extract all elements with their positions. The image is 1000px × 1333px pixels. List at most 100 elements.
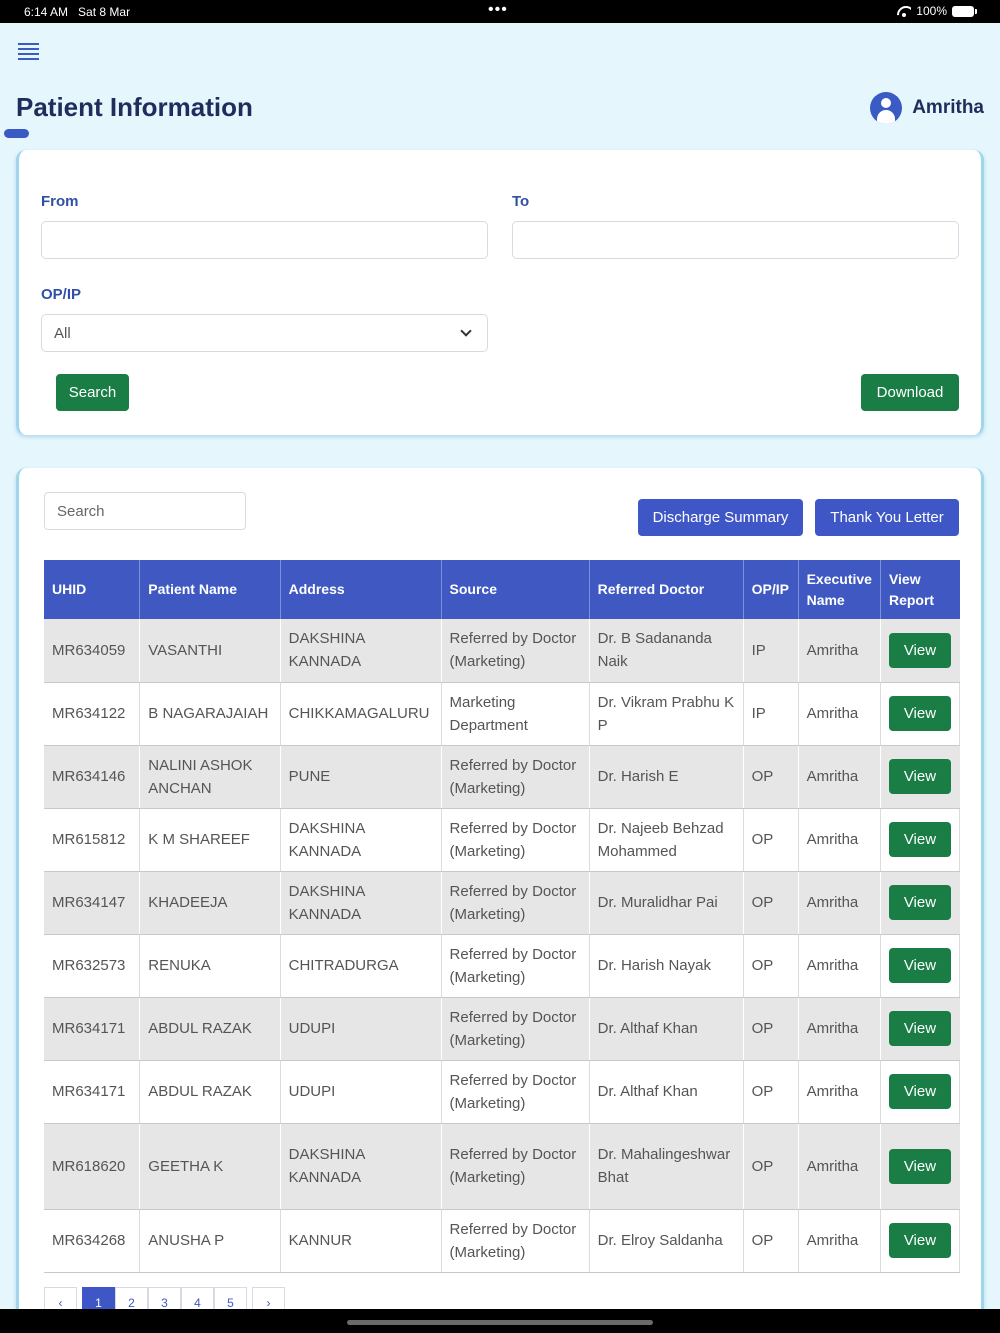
cell-name: K M SHAREEF — [139, 808, 281, 872]
cell-opip: OP — [743, 1123, 799, 1210]
download-button[interactable]: Download — [861, 374, 959, 411]
cell-exec: Amritha — [798, 619, 881, 683]
cell-name: B NAGARAJAIAH — [139, 682, 281, 746]
chevron-down-icon — [460, 325, 472, 337]
to-date-input[interactable] — [512, 221, 959, 259]
view-report-button[interactable]: View — [888, 632, 951, 668]
cell-exec: Amritha — [798, 1209, 881, 1273]
cell-address: DAKSHINA KANNADA — [280, 1123, 442, 1210]
cell-source: Referred by Doctor (Marketing) — [441, 934, 590, 998]
table-row: MR615812 K M SHAREEF DAKSHINA KANNADA Refer… — [44, 808, 961, 872]
cell-source: Marketing Department — [441, 682, 590, 746]
cell-opip: OP — [743, 934, 799, 998]
table-search-input[interactable]: Search — [44, 492, 246, 530]
cell-doctor: Dr. Muralidhar Pai — [589, 871, 744, 935]
cell-opip: OP — [743, 808, 799, 872]
discharge-summary-button[interactable]: Discharge Summary — [638, 499, 803, 536]
cell-name: ABDUL RAZAK — [139, 1060, 281, 1124]
cell-opip: IP — [743, 682, 799, 746]
cell-name: RENUKA — [139, 934, 281, 998]
cell-exec: Amritha — [798, 934, 881, 998]
view-report-button[interactable]: View — [888, 885, 951, 920]
thank-you-letter-button[interactable]: Thank You Letter — [815, 499, 959, 536]
cell-address: DAKSHINA KANNADA — [280, 871, 442, 935]
column-header[interactable]: Executive Name — [798, 560, 881, 619]
view-report-button[interactable]: View — [888, 759, 951, 794]
table-row: MR634147 KHADEEJA DAKSHINA KANNADA Referred… — [44, 871, 960, 935]
cell-name: NALINI ASHOK ANCHAN — [139, 745, 281, 809]
cell-opip: IP — [743, 619, 799, 683]
user-avatar-icon[interactable] — [870, 92, 903, 124]
cell-opip: OP — [743, 997, 799, 1061]
user-menu[interactable]: Amritha — [870, 92, 984, 124]
cell-uhid: MR634146 — [44, 745, 141, 809]
cell-source: Referred by Doctor (Marketing) — [441, 745, 590, 809]
cell-view-report: View — [880, 1123, 960, 1210]
cell-doctor: Dr. Harish E — [589, 745, 744, 809]
multitasking-dots-icon[interactable]: ••• — [488, 1, 508, 19]
battery-icon — [952, 5, 977, 17]
cell-uhid: MR632573 — [44, 934, 141, 998]
cell-view-report: View — [880, 1209, 961, 1273]
cell-name: KHADEEJA — [139, 871, 281, 935]
table-row: MR634171 ABDUL RAZAK UDUPI Referred by Doct… — [44, 1060, 961, 1124]
table-row: MR634059 VASANTHI DAKSHINA KANNADA Referred… — [44, 619, 960, 683]
view-report-button[interactable]: View — [888, 822, 951, 857]
cell-exec: Amritha — [798, 871, 881, 935]
cell-address: UDUPI — [280, 1060, 442, 1124]
cell-exec: Amritha — [798, 997, 881, 1061]
cell-source: Referred by Doctor (Marketing) — [441, 997, 590, 1061]
to-label: To — [512, 193, 530, 210]
cell-view-report: View — [880, 997, 960, 1061]
home-indicator[interactable] — [347, 1320, 653, 1325]
column-header[interactable]: OP/IP — [743, 560, 799, 619]
cell-view-report: View — [880, 808, 961, 872]
cell-name: ANUSHA P — [139, 1209, 281, 1273]
opip-select[interactable]: All — [41, 314, 488, 352]
search-button[interactable]: Search — [56, 374, 129, 411]
view-report-button[interactable]: View — [888, 948, 951, 983]
cell-address: DAKSHINA KANNADA — [280, 619, 442, 683]
cell-source: Referred by Doctor (Marketing) — [441, 1209, 590, 1273]
cell-exec: Amritha — [798, 1123, 881, 1210]
wifi-icon — [897, 6, 911, 17]
view-report-button[interactable]: View — [888, 696, 951, 731]
menu-icon[interactable] — [18, 43, 39, 60]
view-report-button[interactable]: View — [888, 1011, 951, 1046]
cell-doctor: Dr. Althaf Khan — [589, 1060, 744, 1124]
cell-address: KANNUR — [280, 1209, 442, 1273]
opip-label: OP/IP — [41, 286, 82, 303]
cell-source: Referred by Doctor (Marketing) — [441, 808, 590, 872]
cell-doctor: Dr. B Sadananda Naik — [589, 619, 744, 683]
cell-view-report: View — [880, 1060, 961, 1124]
battery-percent: 100% — [916, 4, 947, 18]
cell-source: Referred by Doctor (Marketing) — [441, 1123, 590, 1210]
title-indicator — [4, 129, 29, 138]
cell-uhid: MR634171 — [44, 997, 141, 1061]
column-header[interactable]: Referred Doctor — [589, 560, 744, 619]
column-header[interactable]: Patient Name — [139, 560, 281, 619]
cell-doctor: Dr. Elroy Saldanha — [589, 1209, 744, 1273]
view-report-button[interactable]: View — [888, 1223, 951, 1258]
cell-address: PUNE — [280, 745, 442, 809]
cell-address: CHITRADURGA — [280, 934, 442, 998]
column-header[interactable]: View Report — [880, 560, 960, 619]
table-row: MR634268 ANUSHA P KANNUR Referred by Doctor… — [44, 1209, 961, 1273]
cell-uhid: MR634171 — [44, 1060, 141, 1124]
cell-view-report: View — [880, 871, 960, 935]
column-header[interactable]: Address — [280, 560, 442, 619]
user-name[interactable]: Amritha — [912, 97, 984, 119]
from-label: From — [41, 193, 79, 210]
cell-doctor: Dr. Najeeb Behzad Mohammed — [589, 808, 744, 872]
cell-source: Referred by Doctor (Marketing) — [441, 619, 590, 683]
view-report-button[interactable]: View — [888, 1074, 951, 1109]
patient-table: UHID Patient Name Address Source Referre… — [44, 560, 961, 1273]
column-header[interactable]: UHID — [44, 560, 141, 619]
cell-uhid: MR634268 — [44, 1209, 141, 1273]
status-bar: 6:14 AM Sat 8 Mar ••• 100% — [0, 0, 1000, 23]
from-date-input[interactable] — [41, 221, 488, 259]
table-row: MR632573 RENUKA CHITRADURGA Referred by Doc… — [44, 934, 961, 998]
column-header[interactable]: Source — [441, 560, 590, 619]
cell-uhid: MR618620 — [44, 1123, 141, 1210]
view-report-button[interactable]: View — [888, 1148, 951, 1184]
